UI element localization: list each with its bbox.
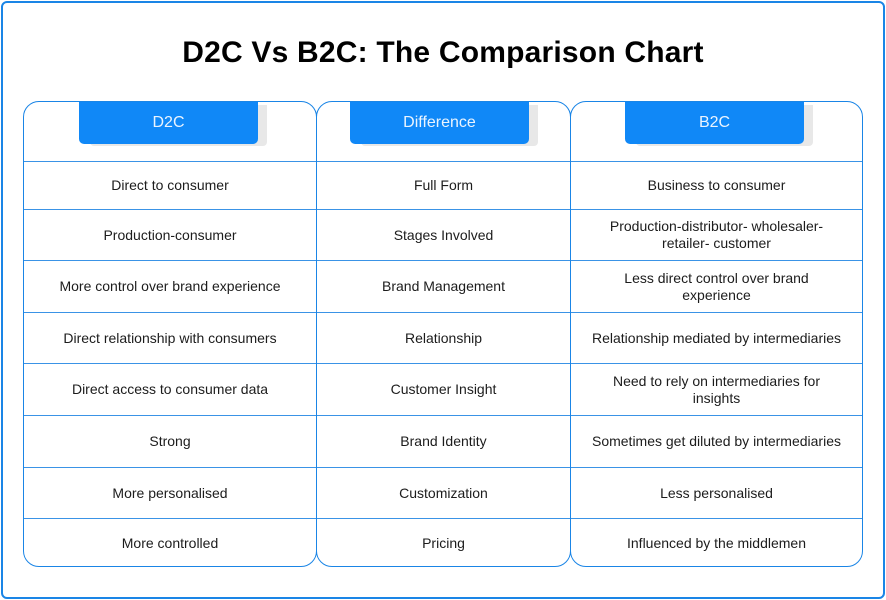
table-cell-d2c: Direct relationship with consumers	[24, 312, 316, 363]
table-cell-difference: Full Form	[317, 161, 570, 209]
table-cell-difference: Customization	[317, 467, 570, 518]
column-header-difference: Difference	[350, 102, 529, 144]
table-cell-difference: Customer Insight	[317, 363, 570, 415]
column-b2c: B2C Business to consumer Production-distr…	[570, 101, 863, 567]
table-cell-difference: Stages Involved	[317, 209, 570, 260]
table-cell-difference: Relationship	[317, 312, 570, 363]
column-d2c: D2C Direct to consumer Production-consume…	[23, 101, 317, 567]
table-cell-b2c: Need to rely on intermediaries for insig…	[571, 363, 862, 415]
table-cell-d2c: Production-consumer	[24, 209, 316, 260]
page-title: D2C Vs B2C: The Comparison Chart	[182, 36, 704, 69]
table-cell-b2c: Less personalised	[571, 467, 862, 518]
table-cell-d2c: Direct access to consumer data	[24, 363, 316, 415]
table-cell-d2c: More controlled	[24, 518, 316, 566]
table-cell-d2c: Direct to consumer	[24, 161, 316, 209]
table-cell-b2c: Influenced by the middlemen	[571, 518, 862, 566]
table-cell-d2c: More personalised	[24, 467, 316, 518]
table-cell-difference: Brand Management	[317, 260, 570, 312]
table-cell-difference: Pricing	[317, 518, 570, 566]
column-header-band: B2C	[571, 102, 862, 161]
table-cell-b2c: Relationship mediated by intermediaries	[571, 312, 862, 363]
table-cell-difference: Brand Identity	[317, 415, 570, 467]
table-cell-d2c: Strong	[24, 415, 316, 467]
column-header-d2c: D2C	[79, 102, 258, 144]
table-cell-b2c: Less direct control over brand experienc…	[571, 260, 862, 312]
column-header-band: Difference	[317, 102, 570, 161]
column-header-band: D2C	[24, 102, 316, 161]
column-difference: Difference Full Form Stages Involved Brand…	[316, 101, 571, 567]
table-cell-b2c: Production-distributor- wholesaler-retai…	[571, 209, 862, 260]
table-cell-b2c: Business to consumer	[571, 161, 862, 209]
column-header-b2c: B2C	[625, 102, 804, 144]
table-cell-b2c: Sometimes get diluted by intermediaries	[571, 415, 862, 467]
table-cell-d2c: More control over brand experience	[24, 260, 316, 312]
